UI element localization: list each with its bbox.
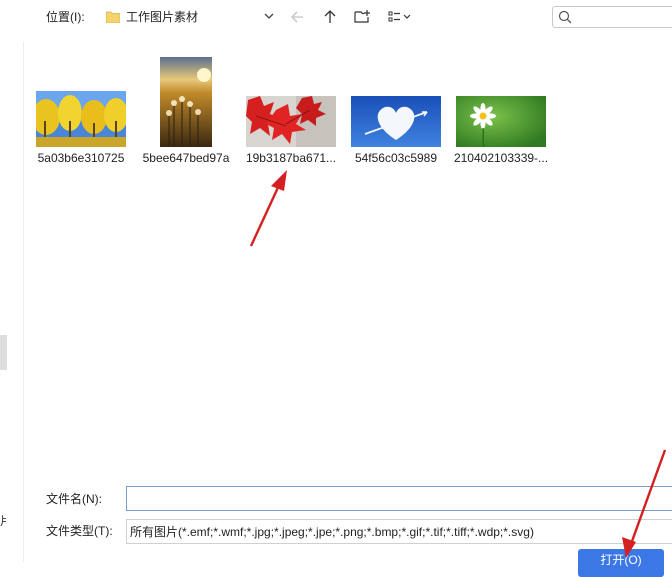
file-item[interactable]: 5bee647bed97a: [136, 55, 236, 171]
search-field[interactable]: [552, 6, 672, 28]
folder-path-dropdown[interactable]: 工作图片素材: [97, 5, 277, 27]
file-name: 5a03b6e310725: [37, 151, 125, 165]
file-name: 54f56c03c5989: [354, 151, 438, 165]
arrow-left-icon: [291, 11, 303, 23]
back-button[interactable]: [288, 7, 308, 27]
arrow-up-icon: [324, 10, 336, 23]
file-item[interactable]: 19b3187ba671...: [241, 55, 341, 171]
new-folder-button[interactable]: [352, 7, 372, 27]
view-options-button[interactable]: [386, 7, 418, 27]
file-name: 5bee647bed97a: [142, 151, 230, 165]
navigation-pane[interactable]: [0, 42, 24, 562]
file-thumbnail: [241, 55, 341, 147]
sunset-flowers-image: [160, 57, 212, 147]
chevron-down-icon: [264, 13, 274, 19]
filetype-label: 文件类型(T):: [46, 524, 113, 538]
file-name: 210402103339-...: [453, 151, 549, 165]
list-view-icon: [388, 11, 411, 22]
navigation-selected-item[interactable]: [0, 335, 7, 370]
folder-icon: [106, 11, 120, 23]
annotation-arrow-icon: [249, 170, 287, 247]
file-thumbnail: [346, 55, 446, 147]
daisy-image: [456, 96, 546, 147]
up-folder-button[interactable]: [320, 7, 340, 27]
filename-input[interactable]: [126, 486, 672, 511]
file-item[interactable]: 210402103339-...: [451, 55, 551, 171]
navigation-item-label: 片: [0, 514, 6, 528]
filename-label: 文件名(N):: [46, 492, 102, 506]
ginkgo-trees-image: [36, 91, 126, 147]
new-folder-icon: [354, 10, 370, 23]
heart-cloud-image: [351, 96, 441, 147]
red-maple-leaves-image: [246, 96, 336, 147]
search-input[interactable]: [577, 9, 672, 25]
file-item[interactable]: 54f56c03c5989: [346, 55, 446, 171]
file-thumbnail: [136, 55, 236, 147]
current-folder-name: 工作图片素材: [126, 10, 199, 24]
file-name: 19b3187ba671...: [245, 151, 337, 165]
location-label: 位置(I):: [46, 10, 85, 24]
file-item[interactable]: 5a03b6e310725: [31, 55, 131, 171]
filetype-selected-value: 所有图片(*.emf;*.wmf;*.jpg;*.jpeg;*.jpe;*.pn…: [130, 525, 534, 539]
file-thumbnail: [31, 55, 131, 147]
filetype-select[interactable]: 所有图片(*.emf;*.wmf;*.jpg;*.jpeg;*.jpe;*.pn…: [126, 519, 672, 544]
open-button[interactable]: 打开(O): [578, 549, 664, 577]
file-thumbnail: [451, 55, 551, 147]
search-icon: [558, 10, 572, 24]
